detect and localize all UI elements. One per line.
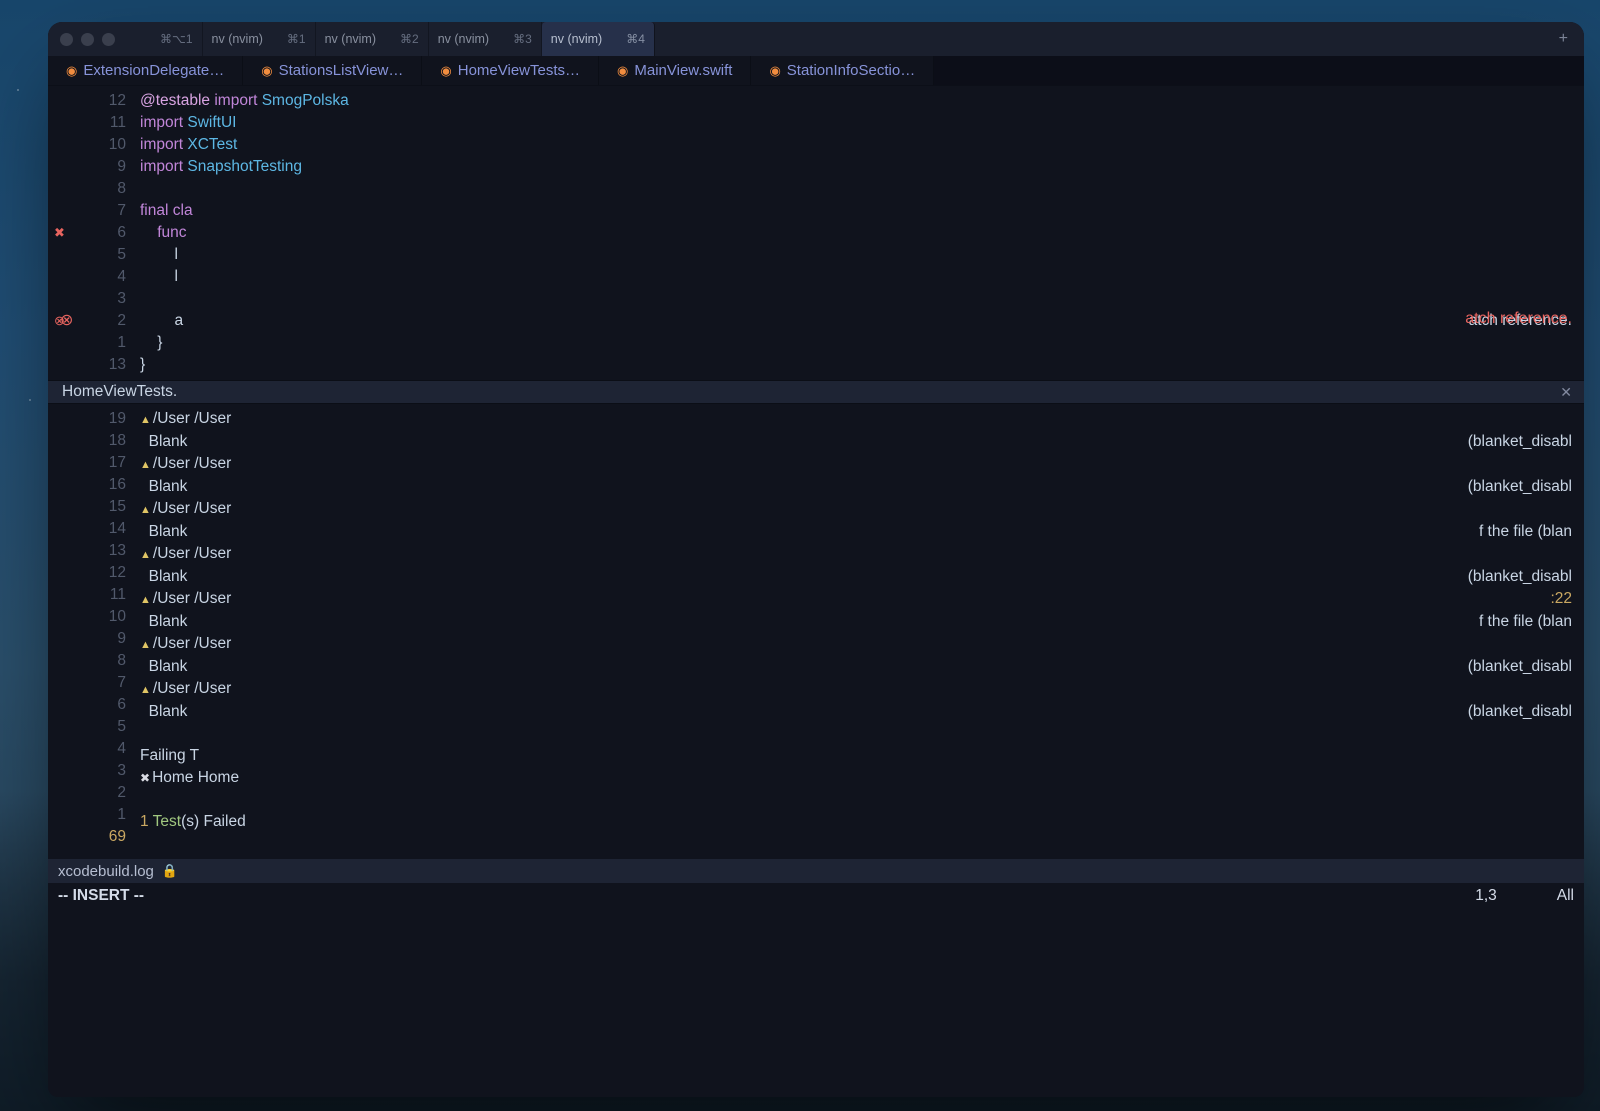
split-file-name: HomeViewTests. — [62, 380, 177, 404]
terminal-tab[interactable]: nv (nvim)⌘2 — [316, 22, 429, 56]
minimize-dot[interactable] — [81, 33, 94, 46]
file-tab[interactable]: ◉StationInfoSectio… — [751, 56, 934, 85]
editor-pane-upper[interactable]: 1211109876✖5432⊗113@testable import Smog… — [48, 86, 1584, 380]
swift-icon: ◉ — [440, 63, 451, 79]
lock-icon: 🔒 — [162, 863, 178, 879]
swift-icon: ◉ — [66, 63, 77, 79]
swift-icon: ◉ — [261, 63, 272, 79]
file-tab[interactable]: ◉ExtensionDelegate… — [48, 56, 243, 85]
split-header: HomeViewTests. ✕ — [48, 380, 1584, 404]
scroll-pos: All — [1557, 887, 1574, 905]
file-tab[interactable]: ◉HomeViewTests… — [422, 56, 599, 85]
status-bar: xcodebuild.log 🔒 — [48, 859, 1584, 883]
terminal-tab[interactable]: ⌘⌥1 — [127, 22, 203, 56]
file-tab[interactable]: ◉MainView.swift — [599, 56, 751, 85]
editor-pane-lower[interactable]: 1918171615141312111098765432169/User /Us… — [48, 404, 1584, 859]
file-tab-bar: ◉ExtensionDelegate…◉StationsListView…◉Ho… — [48, 56, 1584, 86]
file-tab[interactable]: ◉StationsListView… — [243, 56, 422, 85]
terminal-tab[interactable]: nv (nvim)⌘3 — [429, 22, 542, 56]
cursor-pos: 1,3 — [1475, 887, 1497, 905]
swift-icon: ◉ — [769, 63, 780, 79]
terminal-tab[interactable]: nv (nvim)⌘4 — [542, 22, 655, 56]
split-close-icon[interactable]: ✕ — [1560, 380, 1584, 404]
zoom-dot[interactable] — [102, 33, 115, 46]
close-dot[interactable] — [60, 33, 73, 46]
vim-mode: -- INSERT -- — [58, 887, 144, 905]
mode-line: -- INSERT -- 1,3 All — [48, 883, 1584, 909]
swift-icon: ◉ — [617, 63, 628, 79]
window-titlebar: ⌘⌥1nv (nvim)⌘1nv (nvim)⌘2nv (nvim)⌘3nv (… — [48, 22, 1584, 56]
new-tab-button[interactable]: + — [1551, 30, 1576, 48]
status-file: xcodebuild.log — [58, 863, 154, 880]
traffic-lights[interactable] — [56, 33, 115, 46]
terminal-tab[interactable]: nv (nvim)⌘1 — [203, 22, 316, 56]
